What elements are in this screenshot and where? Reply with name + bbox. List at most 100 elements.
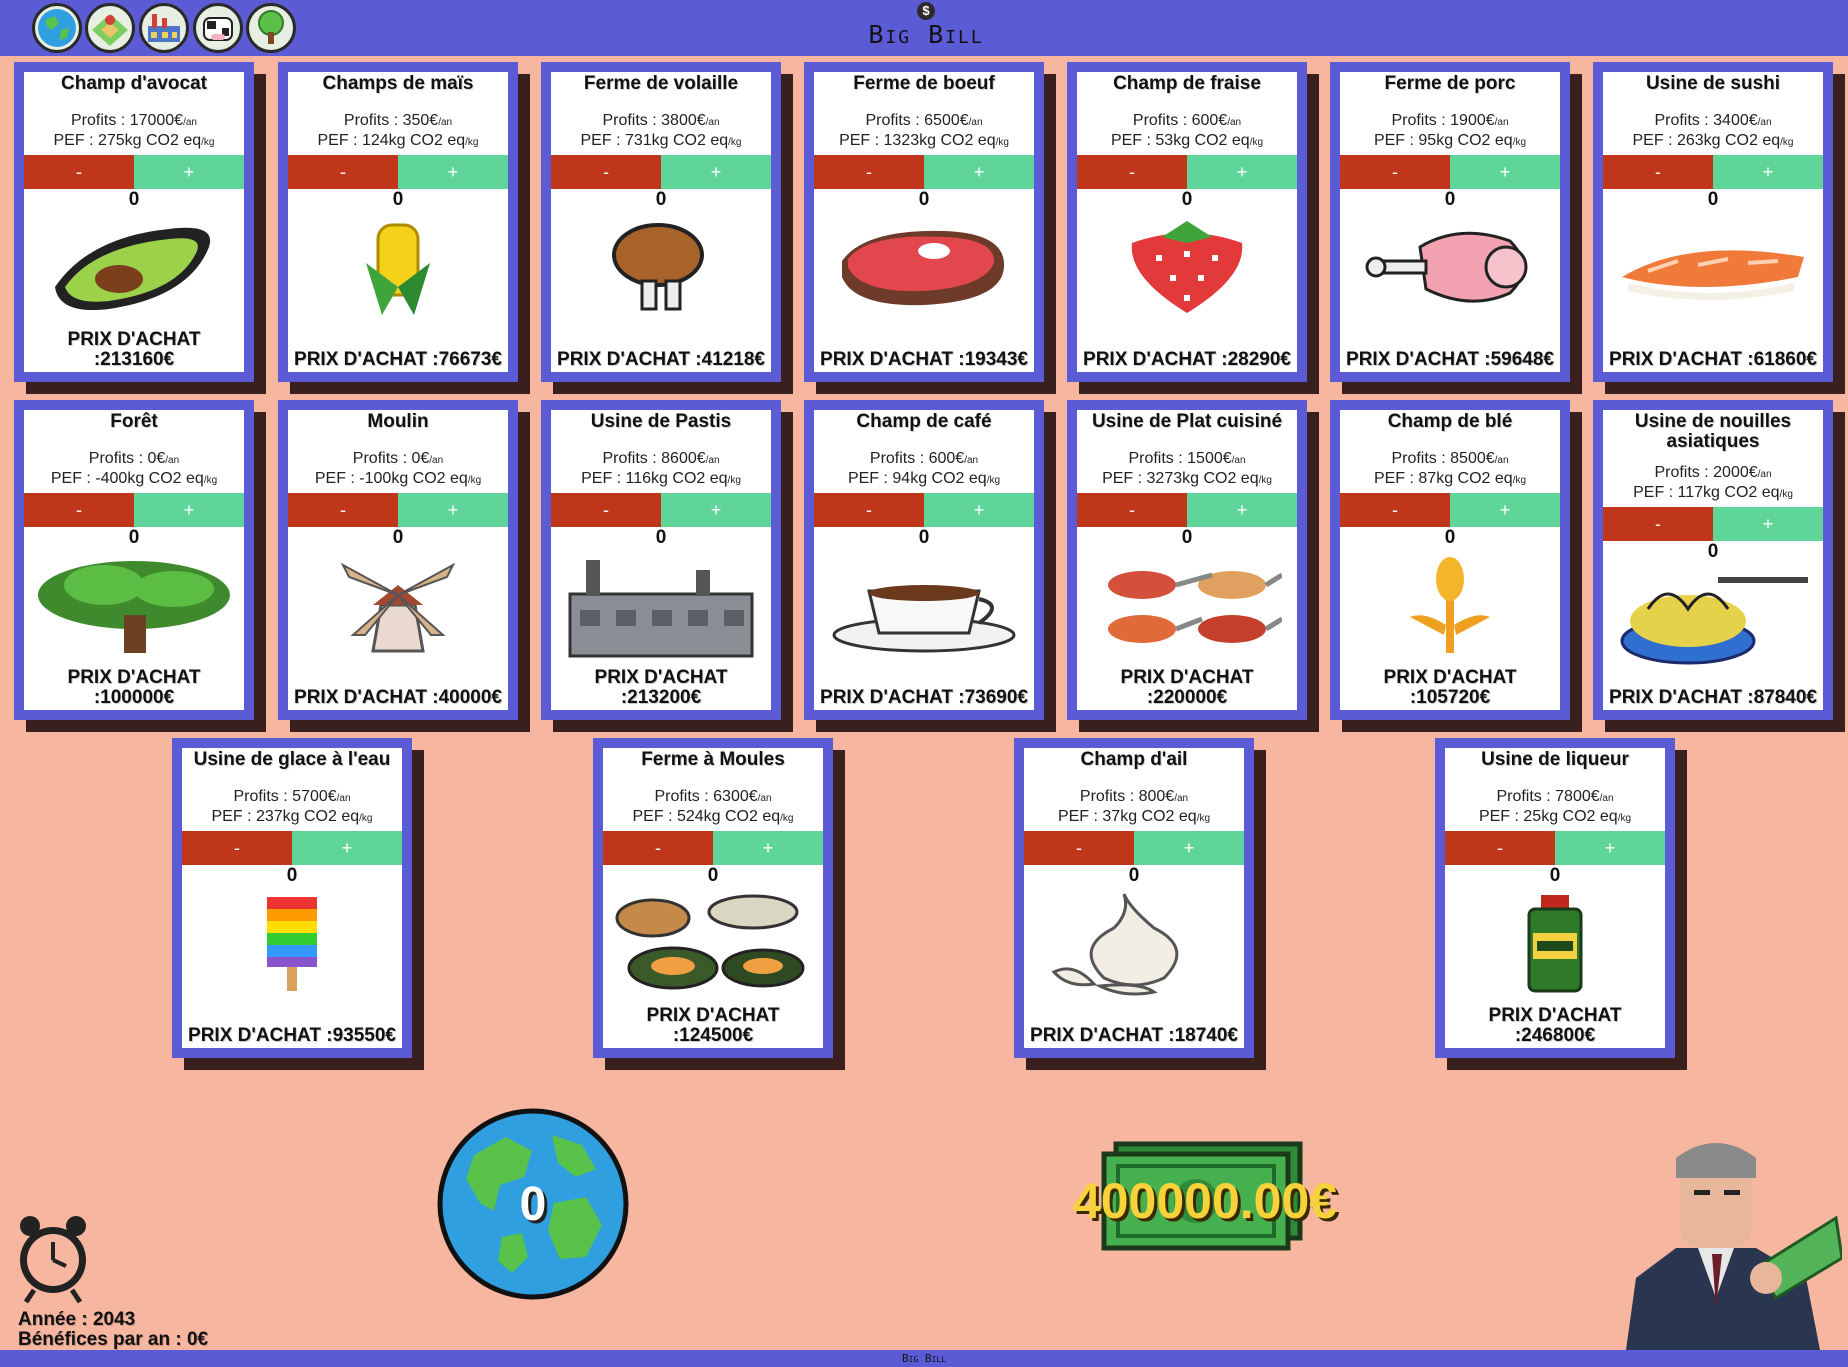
- pef-value: 237kg CO2 eq: [255, 808, 360, 825]
- decrease-button[interactable]: -: [288, 155, 398, 189]
- purchase-price[interactable]: PRIX D'ACHAT:100000€: [24, 668, 244, 708]
- owned-quantity: 0: [1549, 865, 1561, 886]
- increase-button[interactable]: +: [1450, 493, 1560, 527]
- purchase-price[interactable]: PRIX D'ACHAT :59648€: [1340, 350, 1560, 370]
- price-value: 59648€: [1490, 349, 1554, 370]
- decrease-button[interactable]: -: [182, 831, 292, 865]
- card-profits: Profits : 3400€/an: [1603, 112, 1823, 132]
- pef-prefix: PEF :: [581, 470, 626, 487]
- co2-counter: 0: [519, 1177, 547, 1231]
- purchase-price[interactable]: PRIX D'ACHAT :93550€: [182, 1026, 402, 1046]
- profits-value: 3800€: [661, 112, 706, 129]
- decrease-button[interactable]: -: [551, 493, 661, 527]
- owned-quantity: 0: [1181, 527, 1193, 548]
- business-card: Champ de fraise Profits : 600€/an PEF : …: [1067, 62, 1307, 382]
- profits-value: 0€: [411, 450, 430, 467]
- profits-unit: /an: [1757, 469, 1772, 480]
- card-pef: PEF : 124kg CO2 eq/kg: [288, 132, 508, 152]
- increase-button[interactable]: +: [924, 155, 1034, 189]
- owned-quantity: 0: [655, 527, 667, 548]
- decrease-button[interactable]: -: [1603, 155, 1713, 189]
- card-title: Usine de glace à l'eau: [193, 749, 391, 770]
- tree-nav-icon[interactable]: [246, 3, 296, 53]
- purchase-price[interactable]: PRIX D'ACHAT :73690€: [814, 688, 1034, 708]
- map-nav-icon[interactable]: [85, 3, 135, 53]
- card-pef: PEF : 731kg CO2 eq/kg: [551, 132, 771, 152]
- price-prefix: PRIX D'ACHAT :: [820, 349, 965, 370]
- increase-button[interactable]: +: [1134, 831, 1244, 865]
- decrease-button[interactable]: -: [1077, 155, 1187, 189]
- purchase-price[interactable]: PRIX D'ACHAT:220000€: [1077, 668, 1297, 708]
- card-profits: Profits : 800€/an: [1024, 788, 1244, 808]
- decrease-button[interactable]: -: [288, 493, 398, 527]
- purchase-price[interactable]: PRIX D'ACHAT:213200€: [551, 668, 771, 708]
- decrease-button[interactable]: -: [1340, 493, 1450, 527]
- decrease-button[interactable]: -: [24, 493, 134, 527]
- purchase-price[interactable]: PRIX D'ACHAT :19343€: [814, 350, 1034, 370]
- price-value: 73690€: [964, 687, 1028, 708]
- decrease-button[interactable]: -: [1077, 493, 1187, 527]
- globe-nav-icon[interactable]: [32, 3, 82, 53]
- profits-unit: /an: [1231, 455, 1246, 466]
- purchase-price[interactable]: PRIX D'ACHAT :18740€: [1024, 1026, 1244, 1046]
- decrease-button[interactable]: -: [24, 155, 134, 189]
- factory-nav-icon[interactable]: [139, 3, 189, 53]
- quantity-stepper: - +: [551, 493, 771, 527]
- purchase-price[interactable]: PRIX D'ACHAT :61860€: [1603, 350, 1823, 370]
- purchase-price[interactable]: PRIX D'ACHAT :76673€: [288, 350, 508, 370]
- owned-quantity: 0: [1181, 189, 1193, 210]
- purchase-price[interactable]: PRIX D'ACHAT:213160€: [24, 330, 244, 370]
- increase-button[interactable]: +: [1713, 507, 1823, 541]
- decrease-button[interactable]: -: [1445, 831, 1555, 865]
- increase-button[interactable]: +: [1187, 155, 1297, 189]
- ham-icon: [1340, 211, 1560, 323]
- pef-value: 731kg CO2 eq: [624, 132, 729, 149]
- increase-button[interactable]: +: [1187, 493, 1297, 527]
- card-title: Ferme de volaille: [583, 73, 739, 94]
- footer-logo: Big Bill: [902, 1352, 946, 1365]
- year-label: Année : 2043: [18, 1309, 136, 1330]
- purchase-price[interactable]: PRIX D'ACHAT :28290€: [1077, 350, 1297, 370]
- increase-button[interactable]: +: [661, 493, 771, 527]
- decrease-button[interactable]: -: [551, 155, 661, 189]
- decrease-button[interactable]: -: [1340, 155, 1450, 189]
- increase-button[interactable]: +: [134, 155, 244, 189]
- cow-nav-icon[interactable]: [193, 3, 243, 53]
- business-card: Ferme à Moules Profits : 6300€/an PEF : …: [593, 738, 833, 1058]
- purchase-price[interactable]: PRIX D'ACHAT :41218€: [551, 350, 771, 370]
- purchase-price[interactable]: PRIX D'ACHAT :87840€: [1603, 688, 1823, 708]
- owned-quantity: 0: [392, 527, 404, 548]
- increase-button[interactable]: +: [1450, 155, 1560, 189]
- decrease-button[interactable]: -: [1603, 507, 1713, 541]
- quantity-stepper: - +: [603, 831, 823, 865]
- decrease-button[interactable]: -: [603, 831, 713, 865]
- purchase-price[interactable]: PRIX D'ACHAT:105720€: [1340, 668, 1560, 708]
- decrease-button[interactable]: -: [814, 155, 924, 189]
- increase-button[interactable]: +: [398, 155, 508, 189]
- profits-prefix: Profits :: [865, 112, 925, 129]
- increase-button[interactable]: +: [1555, 831, 1665, 865]
- profits-prefix: Profits :: [233, 788, 293, 805]
- increase-button[interactable]: +: [661, 155, 771, 189]
- profits-unit: /an: [705, 455, 720, 466]
- decrease-button[interactable]: -: [814, 493, 924, 527]
- increase-button[interactable]: +: [398, 493, 508, 527]
- increase-button[interactable]: +: [134, 493, 244, 527]
- card-pef: PEF : 524kg CO2 eq/kg: [603, 808, 823, 828]
- owned-quantity: 0: [128, 527, 140, 548]
- increase-button[interactable]: +: [713, 831, 823, 865]
- purchase-price[interactable]: PRIX D'ACHAT:246800€: [1445, 1006, 1665, 1046]
- price-value: :220000€: [1146, 687, 1228, 708]
- profits-unit: /an: [1494, 455, 1509, 466]
- purchase-price[interactable]: PRIX D'ACHAT :40000€: [288, 688, 508, 708]
- increase-button[interactable]: +: [1713, 155, 1823, 189]
- card-title: Champ de café: [856, 411, 992, 432]
- price-value: 28290€: [1227, 349, 1291, 370]
- profits-value: 800€: [1138, 788, 1175, 805]
- increase-button[interactable]: +: [292, 831, 402, 865]
- purchase-price[interactable]: PRIX D'ACHAT:124500€: [603, 1006, 823, 1046]
- price-prefix: PRIX D'ACHAT :: [1609, 349, 1754, 370]
- increase-button[interactable]: +: [924, 493, 1034, 527]
- decrease-button[interactable]: -: [1024, 831, 1134, 865]
- pef-value: 53kg CO2 eq: [1155, 132, 1250, 149]
